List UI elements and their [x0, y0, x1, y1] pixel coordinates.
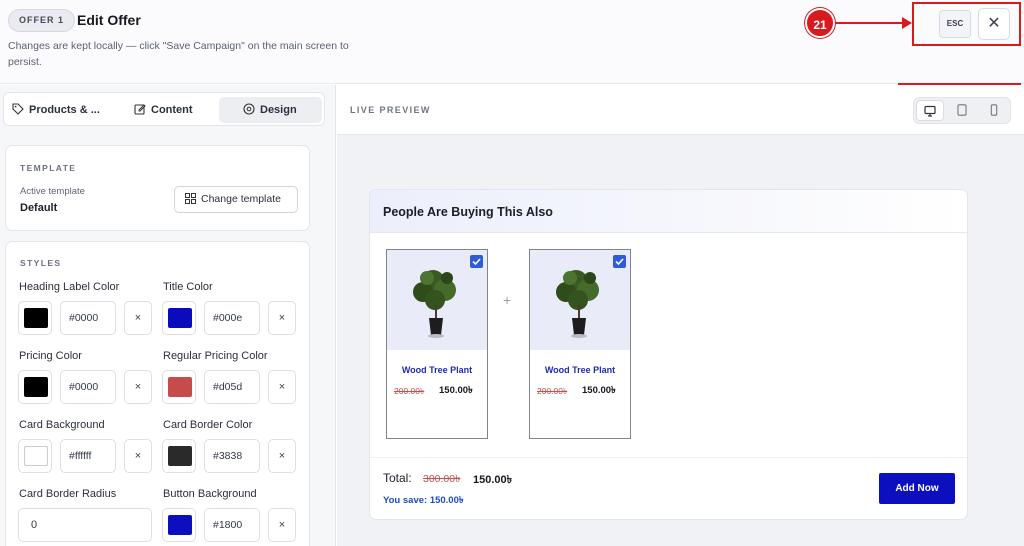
color-swatch — [24, 446, 48, 466]
regular-pricing-color-clear-button[interactable]: × — [268, 370, 296, 404]
add-now-button[interactable]: Add Now — [879, 473, 955, 504]
desktop-icon — [924, 105, 936, 117]
card-border-color-input[interactable]: #3838 — [204, 439, 260, 473]
plus-icon: + — [503, 292, 512, 308]
selected-checkbox[interactable] — [470, 255, 483, 268]
button-background-input[interactable]: #1800 — [204, 508, 260, 542]
tab-content[interactable]: Content — [128, 97, 220, 123]
offer-footer: Total: 300.00৳ 150.00৳ You save: 150.00৳… — [370, 457, 967, 519]
heading-label-color-swatch[interactable] — [18, 301, 52, 335]
active-template-label: Active template — [20, 186, 85, 197]
tablet-view-button[interactable] — [948, 100, 976, 121]
card-background-swatch[interactable] — [18, 439, 52, 473]
check-icon — [615, 258, 624, 266]
button-background-swatch[interactable] — [162, 508, 196, 542]
product-old-price: 200.00৳ — [537, 386, 568, 396]
mobile-icon — [990, 104, 998, 116]
title-color-label: Title Color — [163, 281, 213, 293]
button-background-clear-button[interactable]: × — [268, 508, 296, 542]
check-icon — [472, 258, 481, 266]
color-swatch — [168, 515, 192, 535]
annotation-arrow-close — [902, 17, 912, 29]
card-border-radius-input[interactable]: 0 — [18, 508, 152, 542]
desktop-view-button[interactable] — [916, 100, 944, 121]
title-color-swatch[interactable] — [162, 301, 196, 335]
pricing-color-swatch[interactable] — [18, 370, 52, 404]
template-section-label: TEMPLATE — [20, 163, 77, 173]
product-old-price: 200.00৳ — [394, 386, 425, 396]
settings-panel: Products & ... Content Design TEMPLATE A… — [0, 85, 336, 546]
color-swatch — [168, 308, 192, 328]
grid-icon — [185, 193, 196, 204]
product-name: Wood Tree Plant — [544, 365, 616, 375]
annotation-badge-21: 21 — [805, 8, 835, 38]
total-label: Total: — [383, 471, 412, 485]
settings-tabs: Products & ... Content Design — [3, 92, 325, 126]
preview-toolbar: LIVE PREVIEW — [337, 85, 1024, 135]
title-color-clear-button[interactable]: × — [268, 301, 296, 335]
product-card[interactable]: Wood Tree Plant 200.00৳ 150.00৳ — [529, 249, 631, 439]
styles-section-label: STYLES — [20, 258, 62, 268]
change-template-button[interactable]: Change template — [174, 186, 298, 213]
dialog-header: OFFER 1 Edit Offer Changes are kept loca… — [0, 0, 1024, 84]
template-card: TEMPLATE Active template Default Change … — [5, 145, 310, 231]
device-switcher — [913, 97, 1011, 124]
live-preview-label: LIVE PREVIEW — [350, 105, 431, 115]
regular-pricing-color-label: Regular Pricing Color — [163, 350, 268, 362]
total-new-price: 150.00৳ — [473, 474, 513, 486]
card-border-color-swatch[interactable] — [162, 439, 196, 473]
total-old-price: 300.00৳ — [423, 473, 461, 485]
card-background-clear-button[interactable]: × — [124, 439, 152, 473]
styles-card: STYLES Heading Label Color #0000 × Title… — [5, 241, 310, 546]
product-image — [530, 250, 630, 350]
page-title: Edit Offer — [77, 12, 141, 28]
card-border-radius-label: Card Border Radius — [19, 488, 117, 500]
color-swatch — [168, 446, 192, 466]
regular-pricing-color-swatch[interactable] — [162, 370, 196, 404]
pricing-color-clear-button[interactable]: × — [124, 370, 152, 404]
color-swatch — [168, 377, 192, 397]
tag-icon — [12, 103, 24, 115]
tab-design[interactable]: Design — [219, 97, 322, 123]
pricing-color-label: Pricing Color — [19, 350, 82, 362]
product-new-price: 150.00৳ — [582, 385, 616, 396]
header-subtitle: Changes are kept locally — click "Save C… — [8, 40, 349, 68]
active-template-value: Default — [20, 202, 58, 214]
color-swatch — [24, 308, 48, 328]
savings-text: You save: 150.00৳ — [383, 495, 464, 506]
card-background-input[interactable]: #ffffff — [60, 439, 116, 473]
color-swatch — [24, 377, 48, 397]
heading-label-color-clear-button[interactable]: × — [124, 301, 152, 335]
product-new-price: 150.00৳ — [439, 385, 473, 396]
selected-checkbox[interactable] — [613, 255, 626, 268]
tab-products[interactable]: Products & ... — [6, 97, 110, 123]
product-card[interactable]: Wood Tree Plant 200.00৳ 150.00৳ — [386, 249, 488, 439]
offer-widget: People Are Buying This Also Wood Tree Pl… — [369, 189, 968, 520]
pricing-color-input[interactable]: #0000 — [60, 370, 116, 404]
product-image — [387, 250, 487, 350]
offer-heading: People Are Buying This Also — [383, 205, 553, 219]
title-color-input[interactable]: #000e — [204, 301, 260, 335]
card-background-label: Card Background — [19, 419, 105, 431]
annotation-box-close — [912, 2, 1021, 46]
heading-label-color-input[interactable]: #0000 — [60, 301, 116, 335]
product-name: Wood Tree Plant — [401, 365, 473, 375]
regular-pricing-color-input[interactable]: #d05d — [204, 370, 260, 404]
edit-icon — [134, 104, 146, 115]
preview-panel: LIVE PREVIEW People Are Buying This Also — [337, 85, 1024, 546]
palette-icon — [243, 103, 255, 115]
mobile-view-button[interactable] — [980, 100, 1008, 121]
heading-label-color-label: Heading Label Color — [19, 281, 120, 293]
annotation-line-close — [834, 22, 906, 24]
card-border-color-clear-button[interactable]: × — [268, 439, 296, 473]
card-border-color-label: Card Border Color — [163, 419, 253, 431]
button-background-label: Button Background — [163, 488, 257, 500]
tablet-icon — [957, 104, 967, 116]
offer-badge: OFFER 1 — [8, 9, 76, 32]
offer-header: People Are Buying This Also — [370, 190, 967, 233]
